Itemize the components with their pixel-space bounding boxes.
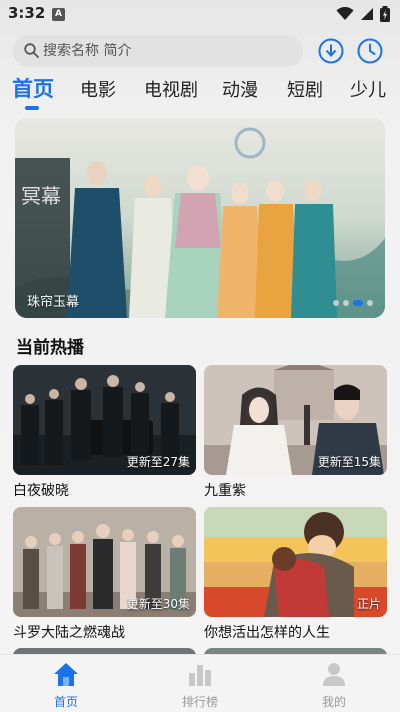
notification-icon: A — [52, 8, 65, 21]
card-thumbnail: 更新至27集 — [13, 365, 196, 475]
signal-icon — [361, 8, 373, 20]
episode-badge: 更新至30集 — [126, 597, 190, 611]
category-tabs: 首页 电影 电视剧 动漫 短剧 少儿 — [0, 72, 400, 112]
banner-dot — [343, 300, 349, 306]
episode-badge: 更新至27集 — [126, 455, 190, 469]
video-card[interactable]: 正片 你想活出怎样的人生 — [204, 507, 387, 642]
nav-ranking[interactable]: 排行榜 — [160, 661, 240, 710]
tab-anime[interactable]: 动漫 — [222, 76, 258, 102]
video-card[interactable]: 更新至15集 九重紫 — [204, 365, 387, 500]
nav-label: 我的 — [321, 695, 346, 709]
nav-home[interactable]: 首页 — [26, 661, 106, 710]
card-thumbnail: 正片 — [204, 507, 387, 617]
section-title: 当前热播 — [16, 338, 84, 358]
episode-badge: 更新至15集 — [317, 455, 381, 469]
battery-icon — [380, 6, 390, 22]
home-icon — [54, 663, 78, 686]
banner-image: 冥幕 — [15, 118, 385, 318]
banner-dot — [367, 300, 373, 306]
status-bar: 3:32 A — [0, 0, 400, 28]
status-time: 3:32 — [8, 4, 46, 22]
tab-short-drama[interactable]: 短剧 — [287, 76, 323, 102]
video-card[interactable]: 更新至27集 白夜破晓 — [13, 365, 196, 500]
nav-label: 首页 — [53, 695, 78, 709]
tab-indicator — [25, 106, 39, 110]
tab-home[interactable]: 首页 — [12, 73, 54, 103]
banner-pagination — [333, 300, 373, 306]
episode-badge: 正片 — [356, 597, 381, 611]
banner-dot — [333, 300, 339, 306]
nav-label: 排行榜 — [181, 695, 218, 709]
download-icon[interactable] — [318, 38, 344, 64]
search-icon — [24, 43, 39, 58]
banner-dot-active — [353, 300, 363, 306]
nav-profile[interactable]: 我的 — [294, 661, 374, 710]
bottom-navigation: 首页 排行榜 我的 — [0, 654, 400, 712]
hero-banner[interactable]: 冥幕 珠帘玉幕 — [15, 118, 385, 318]
history-icon[interactable] — [357, 38, 383, 64]
ranking-icon — [189, 665, 211, 686]
banner-title: 珠帘玉幕 — [27, 295, 80, 310]
profile-icon — [323, 663, 345, 686]
card-thumbnail: 更新至30集 — [13, 507, 196, 617]
wifi-icon — [336, 7, 354, 20]
tab-kids[interactable]: 少儿 — [350, 76, 386, 102]
search-bar[interactable] — [13, 35, 303, 67]
card-thumbnail: 更新至15集 — [204, 365, 387, 475]
card-title: 斗罗大陆之燃魂战 — [13, 625, 125, 641]
card-title: 你想活出怎样的人生 — [204, 625, 330, 641]
search-input[interactable] — [43, 35, 293, 67]
tab-movie[interactable]: 电影 — [80, 76, 116, 102]
status-icons — [336, 6, 390, 22]
card-title: 白夜破晓 — [13, 483, 69, 499]
video-card[interactable]: 更新至30集 斗罗大陆之燃魂战 — [13, 507, 196, 642]
card-title: 九重紫 — [204, 483, 246, 499]
tab-tv-series[interactable]: 电视剧 — [144, 76, 198, 102]
svg-text:冥幕: 冥幕 — [21, 184, 61, 208]
